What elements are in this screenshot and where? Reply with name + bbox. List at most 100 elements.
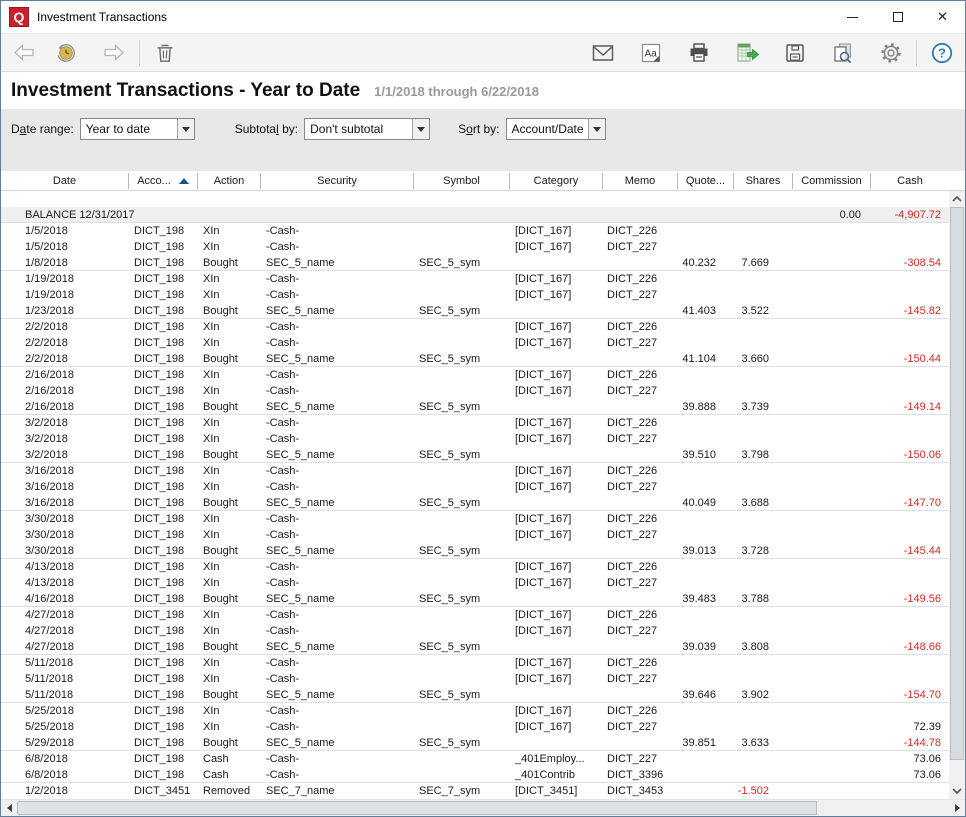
column-header-label: Action [214, 175, 245, 187]
table-row[interactable]: 1/5/2018DICT_198XIn-Cash-[DICT_167]DICT_… [1, 223, 949, 239]
date-range-select[interactable]: Year to date [80, 118, 195, 140]
table-row[interactable]: 5/11/2018DICT_198XIn-Cash-[DICT_167]DICT… [1, 655, 949, 671]
delete-button[interactable] [148, 37, 182, 69]
cell-shares: 3.660 [734, 351, 793, 366]
scroll-up-button[interactable] [949, 191, 965, 207]
table-rows: BALANCE 12/31/20170.00-4,907.721/5/2018D… [1, 191, 949, 799]
save-button[interactable] [778, 37, 812, 69]
column-header-date[interactable]: Date [1, 173, 129, 189]
table-row[interactable]: 4/27/2018DICT_198XIn-Cash-[DICT_167]DICT… [1, 607, 949, 623]
subtotal-by-select[interactable]: Don't subtotal [304, 118, 430, 140]
table-row[interactable]: 3/2/2018DICT_198XIn-Cash-[DICT_167]DICT_… [1, 431, 949, 447]
cell-action: Removed [198, 783, 261, 799]
table-row[interactable]: 3/30/2018DICT_198XIn-Cash-[DICT_167]DICT… [1, 527, 949, 543]
font-button[interactable]: Aa [634, 37, 668, 69]
subtotal-by-dropdown-button[interactable] [412, 119, 429, 139]
table-row[interactable]: 5/29/2018DICT_198BoughtSEC_5_nameSEC_5_s… [1, 735, 949, 751]
column-header-category[interactable]: Category [510, 173, 603, 189]
cell-acco: DICT_198 [129, 559, 198, 575]
balance-row[interactable]: BALANCE 12/31/20170.00-4,907.72 [1, 207, 949, 223]
table-row[interactable]: 4/13/2018DICT_198XIn-Cash-[DICT_167]DICT… [1, 559, 949, 575]
sort-by-dropdown-button[interactable] [588, 119, 605, 139]
table-row[interactable]: 3/30/2018DICT_198XIn-Cash-[DICT_167]DICT… [1, 511, 949, 527]
export-button[interactable] [730, 37, 764, 69]
cell-cash [871, 271, 949, 287]
cell-security: SEC_5_name [261, 591, 414, 606]
minimize-button[interactable] [830, 2, 875, 32]
email-button[interactable] [586, 37, 620, 69]
table-row[interactable]: 2/2/2018DICT_198XIn-Cash-[DICT_167]DICT_… [1, 319, 949, 335]
cell-shares [734, 719, 793, 735]
date-range-dropdown-button[interactable] [177, 119, 194, 139]
table-row[interactable]: 4/13/2018DICT_198XIn-Cash-[DICT_167]DICT… [1, 575, 949, 591]
close-button[interactable]: ✕ [920, 2, 965, 32]
forward-button[interactable] [97, 37, 131, 69]
cell-symbol: SEC_5_sym [414, 255, 510, 270]
table-row[interactable]: 6/8/2018DICT_198Cash-Cash-_401Employ...D… [1, 751, 949, 767]
cell-cash [871, 703, 949, 719]
help-button[interactable]: ? [925, 37, 959, 69]
cell-category: [DICT_167] [510, 671, 603, 687]
table-row[interactable]: 2/16/2018DICT_198XIn-Cash-[DICT_167]DICT… [1, 383, 949, 399]
horizontal-scroll-thumb[interactable] [17, 801, 817, 815]
cell-memo: DICT_227 [603, 527, 678, 543]
table-row[interactable]: 3/16/2018DICT_198XIn-Cash-[DICT_167]DICT… [1, 479, 949, 495]
table-row[interactable]: 3/2/2018DICT_198BoughtSEC_5_nameSEC_5_sy… [1, 447, 949, 463]
cell-date: 3/16/2018 [1, 463, 129, 479]
table-row[interactable]: 3/16/2018DICT_198XIn-Cash-[DICT_167]DICT… [1, 463, 949, 479]
table-row[interactable]: 4/16/2018DICT_198BoughtSEC_5_nameSEC_5_s… [1, 591, 949, 607]
vertical-scroll-track[interactable] [949, 207, 965, 783]
back-button[interactable] [7, 37, 41, 69]
table-row[interactable]: 5/11/2018DICT_198BoughtSEC_5_nameSEC_5_s… [1, 687, 949, 703]
scroll-left-button[interactable] [1, 800, 17, 817]
table-row[interactable]: 6/8/2018DICT_198Cash-Cash-_401ContribDIC… [1, 767, 949, 783]
cell-acco: DICT_198 [129, 591, 198, 606]
vertical-scroll-thumb[interactable] [950, 207, 964, 760]
column-header-memo[interactable]: Memo [603, 173, 678, 189]
column-header-acco[interactable]: Acco... [129, 173, 198, 189]
table-row[interactable]: 2/2/2018DICT_198BoughtSEC_5_nameSEC_5_sy… [1, 351, 949, 367]
table-row[interactable]: 1/8/2018DICT_198BoughtSEC_5_nameSEC_5_sy… [1, 255, 949, 271]
print-button[interactable] [682, 37, 716, 69]
table-row[interactable]: 4/27/2018DICT_198XIn-Cash-[DICT_167]DICT… [1, 623, 949, 639]
table-row[interactable]: 5/25/2018DICT_198XIn-Cash-[DICT_167]DICT… [1, 703, 949, 719]
cell-commission [793, 415, 871, 431]
settings-button[interactable] [874, 37, 908, 69]
table-row[interactable]: 3/16/2018DICT_198BoughtSEC_5_nameSEC_5_s… [1, 495, 949, 511]
table-row[interactable]: 1/19/2018DICT_198XIn-Cash-[DICT_167]DICT… [1, 287, 949, 303]
maximize-button[interactable] [875, 2, 920, 32]
find-button[interactable] [826, 37, 860, 69]
cell-date: 3/30/2018 [1, 511, 129, 527]
column-header-commission[interactable]: Commission [793, 173, 871, 189]
horizontal-scrollbar[interactable] [1, 799, 965, 816]
table-row[interactable]: 1/19/2018DICT_198XIn-Cash-[DICT_167]DICT… [1, 271, 949, 287]
table-row[interactable]: 1/2/2018DICT_3451RemovedSEC_7_nameSEC_7_… [1, 783, 949, 799]
table-row[interactable]: 2/16/2018DICT_198XIn-Cash-[DICT_167]DICT… [1, 367, 949, 383]
horizontal-scroll-track[interactable] [17, 800, 949, 816]
cell-action: XIn [198, 431, 261, 447]
cell-quote [678, 527, 734, 543]
table-row[interactable]: 5/25/2018DICT_198XIn-Cash-[DICT_167]DICT… [1, 719, 949, 735]
cell-symbol [414, 527, 510, 543]
table-row[interactable]: 1/23/2018DICT_198BoughtSEC_5_nameSEC_5_s… [1, 303, 949, 319]
vertical-scrollbar[interactable] [949, 191, 965, 799]
column-header-symbol[interactable]: Symbol [414, 173, 510, 189]
cell-shares: -1.502 [734, 783, 793, 799]
scroll-down-button[interactable] [949, 783, 965, 799]
column-header-quote[interactable]: Quote... [678, 173, 734, 189]
table-row[interactable]: 5/11/2018DICT_198XIn-Cash-[DICT_167]DICT… [1, 671, 949, 687]
table-row[interactable]: 3/30/2018DICT_198BoughtSEC_5_nameSEC_5_s… [1, 543, 949, 559]
table-row[interactable]: 2/2/2018DICT_198XIn-Cash-[DICT_167]DICT_… [1, 335, 949, 351]
scroll-right-button[interactable] [949, 800, 965, 817]
table-row[interactable]: 1/5/2018DICT_198XIn-Cash-[DICT_167]DICT_… [1, 239, 949, 255]
table-row[interactable]: 4/27/2018DICT_198BoughtSEC_5_nameSEC_5_s… [1, 639, 949, 655]
cell-commission [793, 655, 871, 671]
column-header-shares[interactable]: Shares [734, 173, 793, 189]
sort-by-select[interactable]: Account/Date [506, 118, 606, 140]
history-button[interactable] [49, 37, 83, 69]
column-header-cash[interactable]: Cash [871, 173, 949, 189]
column-header-action[interactable]: Action [198, 173, 261, 189]
column-header-security[interactable]: Security [261, 173, 414, 189]
table-row[interactable]: 2/16/2018DICT_198BoughtSEC_5_nameSEC_5_s… [1, 399, 949, 415]
table-row[interactable]: 3/2/2018DICT_198XIn-Cash-[DICT_167]DICT_… [1, 415, 949, 431]
